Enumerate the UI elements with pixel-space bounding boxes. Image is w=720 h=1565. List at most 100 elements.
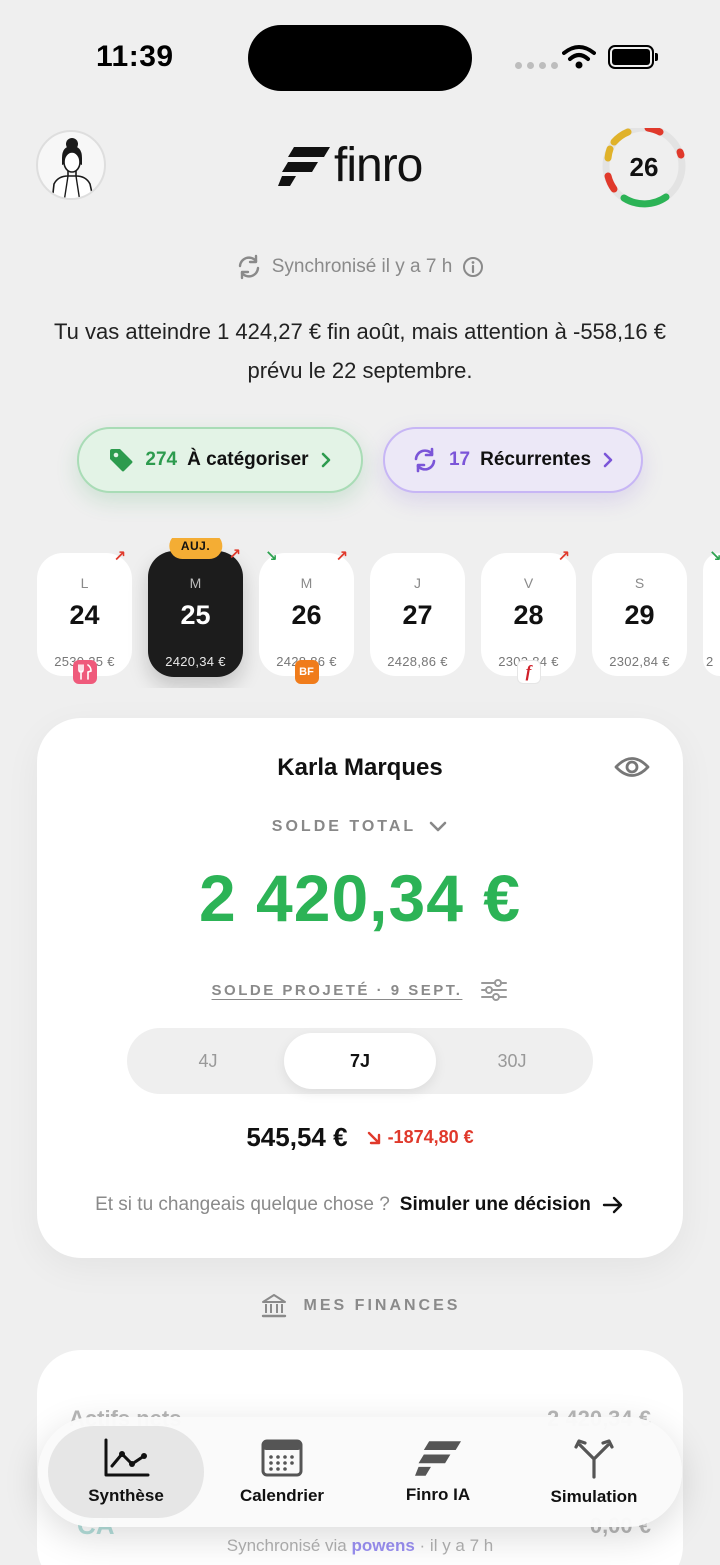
forecast-message: Tu vas atteindre 1 424,27 € fin août, ma…: [54, 319, 666, 383]
settings-sliders-icon[interactable]: [480, 978, 508, 1002]
sync-icon[interactable]: [236, 254, 262, 280]
day-balance: 2: [706, 654, 714, 669]
day-number: 28: [513, 600, 544, 630]
chart-icon: [104, 1438, 150, 1477]
to-categorize-count: 274: [145, 449, 178, 470]
signal-icon: [515, 62, 558, 69]
day-number: 29: [624, 600, 655, 630]
status-bar: 11:39: [0, 0, 720, 110]
sync-text: Synchronisé il y a 7 h: [271, 256, 453, 277]
status-time: 11:39: [96, 40, 174, 73]
to-categorize-button[interactable]: 274 À catégoriser: [77, 427, 363, 493]
day-balance: 2302,84 €: [609, 654, 670, 669]
projected-delta: -1874,80 €: [366, 1127, 474, 1148]
trend-down-icon: ↘: [709, 548, 720, 565]
merchant-logo: f: [516, 660, 541, 684]
day-card-today[interactable]: AUJ. ↗ M 25 2420,34 €: [148, 538, 243, 677]
day-weekday: J: [414, 575, 421, 591]
recurring-label: Récurrentes: [480, 449, 592, 470]
day-number: 25: [180, 600, 211, 630]
arrow-right-icon[interactable]: [601, 1195, 625, 1215]
finro-logo-icon: [278, 147, 330, 186]
simulate-row[interactable]: Et si tu changeais quelque chose ? Simul…: [37, 1194, 683, 1216]
today-badge: AUJ.: [168, 538, 223, 559]
trend-down-icon: ↘: [265, 548, 278, 565]
eye-icon[interactable]: [614, 754, 650, 780]
projected-balance-label[interactable]: SOLDE PROJETÉ · 9 SEPT.: [212, 982, 463, 999]
sync-provider-footer: Synchronisé via powens · il y a 7 h: [0, 1536, 720, 1556]
finances-title: MES FINANCES: [303, 1297, 461, 1314]
day-number: 26: [291, 600, 322, 630]
segment-30j[interactable]: 30J: [436, 1033, 588, 1089]
balance-card: Karla Marques SOLDE TOTAL 2 420,34 € SOL…: [37, 718, 683, 1258]
segment-7j[interactable]: 7J: [284, 1033, 436, 1089]
trend-up-icon: ↗: [335, 548, 348, 565]
simulate-decision-link[interactable]: Simuler une décision: [400, 1194, 591, 1216]
day-balance: 2428,86 €: [387, 654, 448, 669]
avatar[interactable]: [36, 130, 106, 200]
trend-up-icon: ↗: [557, 548, 570, 565]
day-card[interactable]: J 27 2428,86 €: [370, 553, 465, 676]
to-categorize-label: À catégoriser: [187, 449, 309, 470]
period-segmented-control[interactable]: 4J 7J 30J: [127, 1028, 593, 1094]
score-value: 26: [629, 151, 659, 182]
arrow-down-right-icon: [367, 1131, 380, 1144]
tab-label: Calendrier: [239, 1486, 325, 1505]
total-balance-selector[interactable]: SOLDE TOTAL: [37, 818, 683, 836]
segment-4j[interactable]: 4J: [132, 1033, 284, 1089]
tab-label: Simulation: [550, 1487, 638, 1506]
account-holder-name: Karla Marques: [277, 754, 443, 781]
finro-logo: finro: [278, 136, 423, 196]
sync-provider-name: powens: [351, 1536, 415, 1555]
day-number: 24: [69, 600, 100, 630]
day-weekday: M: [300, 575, 313, 591]
fork-icon: [574, 1439, 614, 1479]
sync-provider-suffix: · il y a 7 h: [419, 1536, 494, 1555]
day-card[interactable]: S 29 2302,84 €: [592, 553, 687, 676]
finro-ai-icon: [415, 1441, 461, 1476]
restaurant-icon: [72, 660, 97, 684]
trend-up-icon: ↗: [113, 548, 126, 565]
recurring-icon: [414, 447, 436, 473]
tag-icon: [110, 449, 133, 472]
day-balance: 2420,34 €: [165, 654, 226, 669]
battery-icon: [608, 45, 658, 69]
app-header: finro 26: [0, 124, 720, 208]
calendar-icon: [261, 1439, 303, 1477]
tab-bar: Synthèse Calendrier Finro IA Simulation: [38, 1417, 682, 1527]
simulate-question: Et si tu changeais quelque chose ?: [95, 1194, 390, 1215]
day-weekday: S: [634, 575, 645, 591]
tab-finro-ia[interactable]: Finro IA: [360, 1426, 516, 1518]
tab-label: Finro IA: [405, 1485, 471, 1504]
day-card[interactable]: ↗ L 24 2530,25 €: [37, 548, 132, 684]
day-weekday: V: [523, 575, 534, 591]
total-balance-value: 2 420,34 €: [199, 861, 521, 935]
projected-values: 545,54 € -1874,80 €: [37, 1122, 683, 1153]
total-balance-label: SOLDE TOTAL: [271, 818, 417, 835]
day-number: 27: [402, 600, 433, 630]
chevron-right-icon: [321, 452, 330, 468]
chevron-down-icon: [429, 821, 447, 832]
info-icon[interactable]: [462, 256, 484, 278]
tab-label: Synthèse: [88, 1486, 164, 1505]
tab-simulation[interactable]: Simulation: [516, 1426, 672, 1518]
tab-synthese[interactable]: Synthèse: [48, 1426, 204, 1518]
financial-score[interactable]: 26: [600, 124, 688, 216]
recurring-button[interactable]: 17 Récurrentes: [383, 427, 643, 493]
bank-icon: [261, 1294, 286, 1318]
day-strip[interactable]: ↗ L 24 2530,25 € AUJ. ↗ M 25 2420,34 € ↘…: [0, 538, 720, 688]
day-weekday: L: [80, 575, 89, 591]
projected-value: 545,54 €: [246, 1122, 348, 1152]
dynamic-island: [248, 25, 472, 91]
avatar-illustration-icon: [51, 138, 94, 198]
day-card[interactable]: ↘ ↗ M 26 2428,86 € BF: [259, 548, 354, 684]
trend-up-icon: ↗: [228, 546, 241, 563]
day-card-partial[interactable]: ↘ 2: [703, 548, 720, 676]
sync-provider-prefix: Synchronisé via: [226, 1536, 347, 1555]
day-card[interactable]: ↗ V 28 2302,84 € f: [481, 548, 576, 684]
merchant-logo: BF: [294, 660, 319, 684]
wifi-icon: [562, 45, 596, 69]
tab-calendrier[interactable]: Calendrier: [204, 1426, 360, 1518]
projected-balance-row[interactable]: SOLDE PROJETÉ · 9 SEPT.: [37, 978, 683, 1002]
projected-delta-value: -1874,80 €: [387, 1127, 474, 1147]
